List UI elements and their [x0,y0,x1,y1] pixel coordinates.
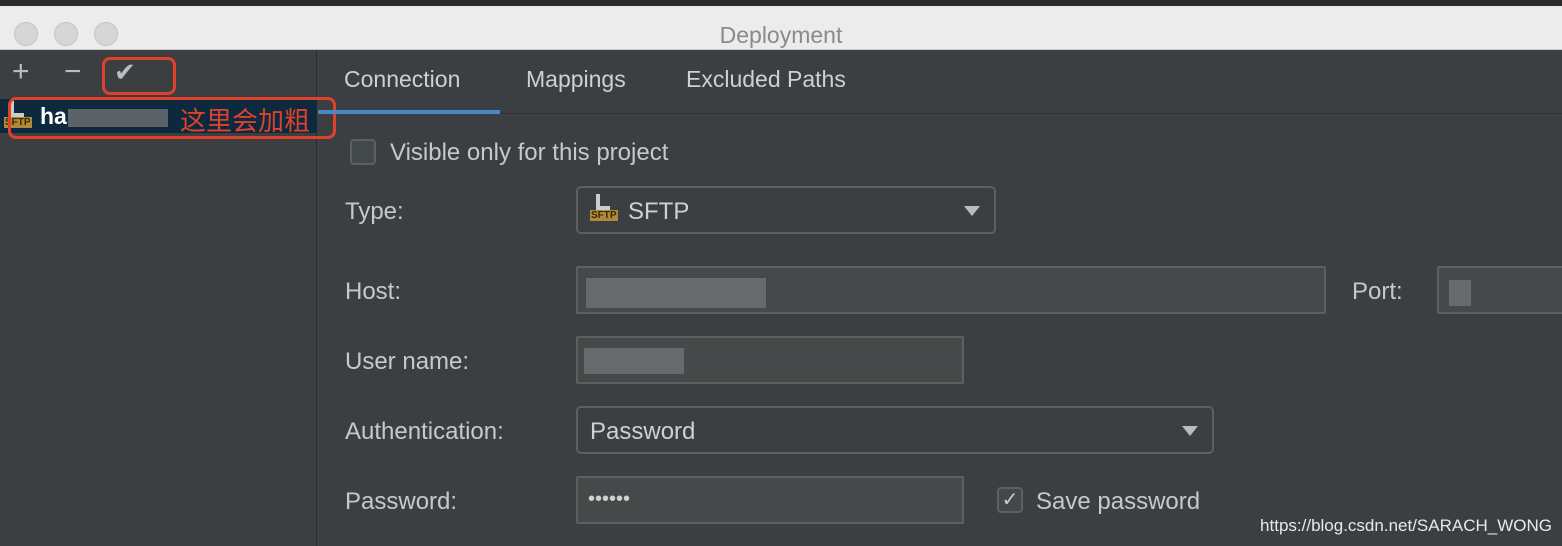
port-input[interactable] [1437,266,1562,314]
username-label: User name: [345,348,470,375]
remove-icon[interactable]: − [64,55,82,89]
host-label: Host: [345,278,402,305]
save-password-checkbox[interactable]: ✓ [997,487,1023,513]
tab-excluded-paths[interactable]: Excluded Paths [686,66,846,93]
chevron-down-icon [1182,426,1198,436]
add-icon[interactable]: + [12,55,30,89]
tab-connection[interactable]: Connection [344,66,460,93]
title-bar: Deployment [0,6,1562,50]
visible-only-checkbox[interactable] [350,139,376,165]
redacted-username [584,348,684,374]
watermark: https://blog.csdn.net/SARACH_WONG [1260,516,1552,535]
server-list-sidebar: + − ✔ SFTP ha 这里会加粗 [0,51,336,546]
authentication-dropdown[interactable]: Password [576,406,1214,454]
type-label: Type: [345,198,404,225]
host-input[interactable] [576,266,1326,314]
window-title: Deployment [719,22,843,48]
type-value: SFTP [628,198,690,225]
password-label: Password: [345,488,458,515]
sftp-icon: SFTP [590,194,620,228]
password-input[interactable]: •••••• [576,476,964,524]
type-dropdown[interactable]: SFTP SFTP [576,186,996,234]
redacted-port [1449,280,1471,306]
tab-mappings[interactable]: Mappings [526,66,626,93]
save-password-label: Save password [1036,488,1201,515]
redacted-host [586,278,766,308]
annotation-box [102,57,176,95]
annotation-box [8,97,336,139]
tab-divider [318,113,1562,114]
visible-only-label: Visible only for this project [390,139,669,166]
username-input[interactable] [576,336,964,384]
authentication-label: Authentication: [345,418,504,445]
port-label: Port: [1352,278,1403,305]
chevron-down-icon [964,206,980,216]
authentication-value: Password [590,418,696,445]
active-tab-indicator [318,110,500,114]
